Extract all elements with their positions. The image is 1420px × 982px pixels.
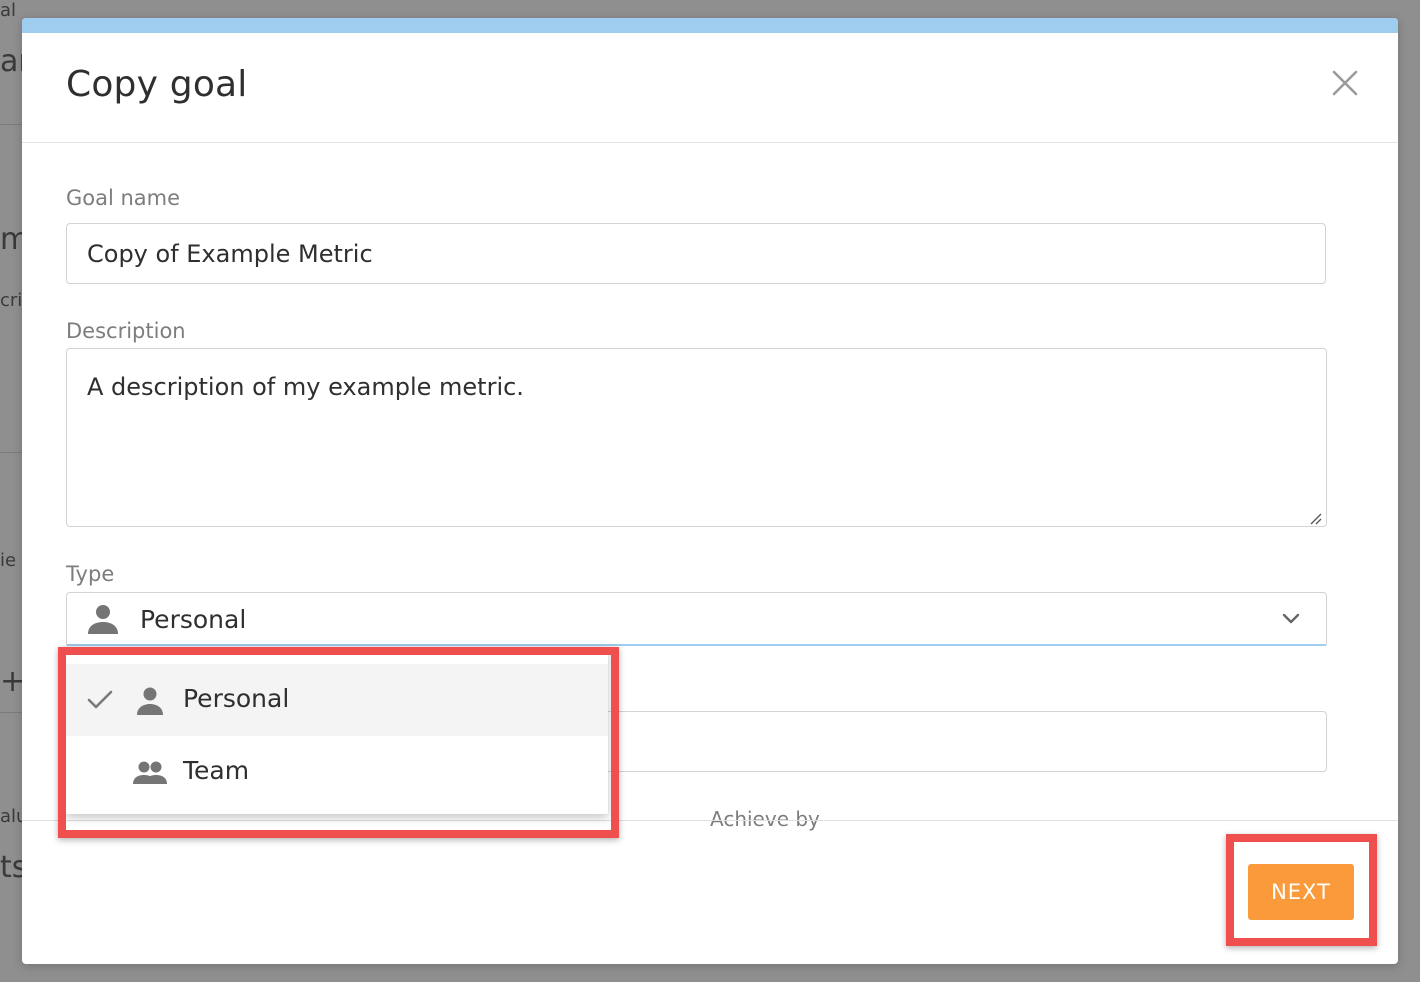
person-icon [132,686,168,716]
check-icon [86,689,114,711]
dropdown-option-label: Personal [183,684,290,713]
description-textarea[interactable]: A description of my example metric. [66,348,1327,527]
dropdown-option-personal[interactable]: Personal [66,664,608,736]
next-button[interactable]: NEXT [1248,864,1354,920]
group-icon [132,758,168,788]
type-select[interactable]: Personal [66,592,1327,646]
type-dropdown-menu: Personal Team [66,648,608,814]
bg-divider [0,712,22,713]
close-icon[interactable] [1328,66,1362,100]
dropdown-option-team[interactable]: Team [66,736,608,808]
resize-grip-icon[interactable] [1308,510,1322,525]
goal-name-label: Goal name [66,186,181,210]
header-divider [22,142,1398,143]
bg-divider [0,452,22,453]
bg-fragment: cri [0,290,23,311]
dropdown-option-label: Team [183,756,250,785]
modal-accent-bar [22,18,1398,33]
bg-fragment: ie [0,550,17,571]
bg-fragment: al [0,0,17,21]
modal-title: Copy goal [66,64,248,105]
person-icon [85,603,121,635]
type-selected-value: Personal [140,605,247,634]
description-label: Description [66,319,186,343]
footer-divider [22,820,1398,821]
copy-goal-modal: Copy goal Goal name Description A descri… [22,18,1398,964]
bg-divider [0,124,22,125]
goal-name-input[interactable] [66,223,1326,284]
achieve-by-label: Achieve by [710,807,820,831]
type-label: Type [66,562,115,586]
chevron-down-icon [1281,611,1301,625]
